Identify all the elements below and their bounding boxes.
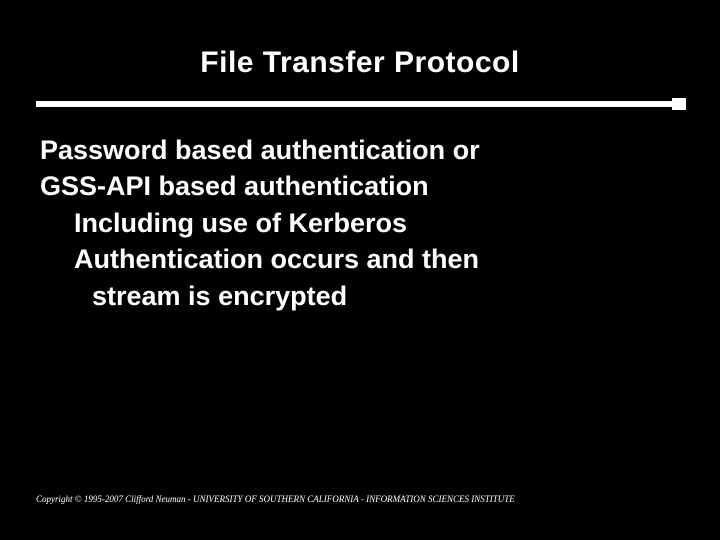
slide: File Transfer Protocol Password based au… [0,0,720,540]
copyright-footer: Copyright © 1995-2007 Clifford Neuman - … [36,494,515,504]
title-divider [36,98,684,110]
slide-body: Password based authentication or GSS-API… [40,132,680,314]
divider-endcap-icon [672,98,686,110]
bullet-line: Including use of Kerberos [74,205,680,241]
divider-line [36,101,684,107]
bullet-line: Password based authentication or [40,132,680,168]
bullet-line: Authentication occurs and then [74,241,680,277]
bullet-line: GSS-API based authentication [40,168,680,204]
bullet-line: stream is encrypted [92,278,680,314]
slide-title: File Transfer Protocol [0,0,720,80]
